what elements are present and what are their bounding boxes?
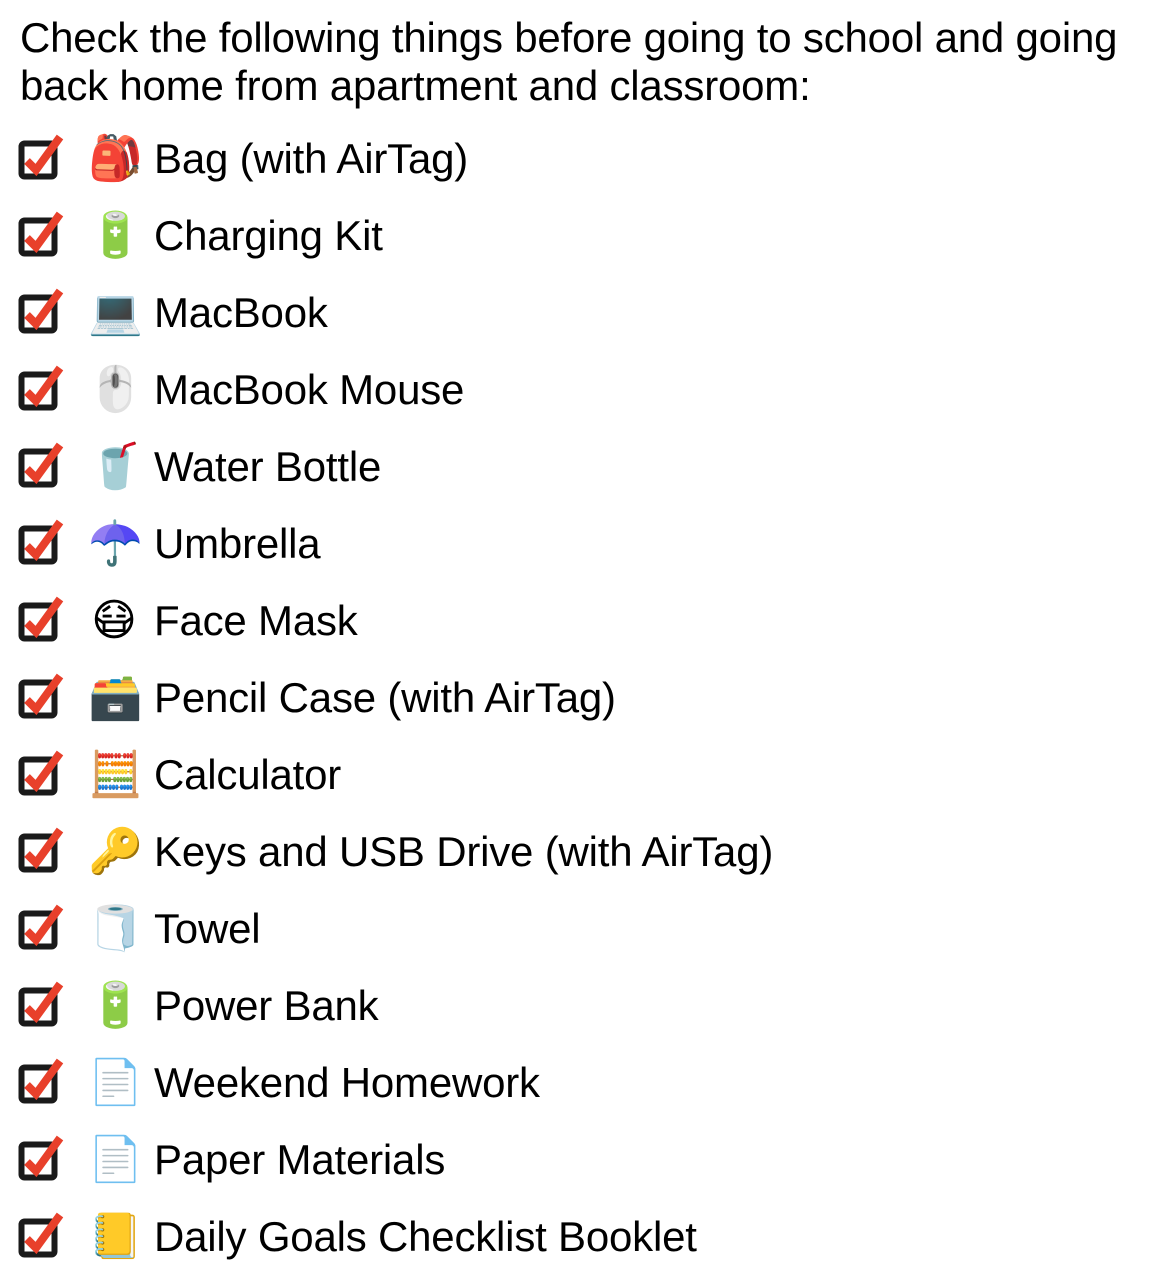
checklist-item[interactable]: 💻 MacBook — [0, 274, 1170, 351]
roll-of-paper-icon: 🧻 — [88, 902, 143, 954]
face-with-medical-mask-icon: 😷 — [91, 594, 137, 646]
cup-with-straw-icon: 🥤 — [88, 440, 143, 492]
ballot-box-with-check-icon[interactable] — [17, 365, 64, 412]
checklist-item[interactable]: 📄 Weekend Homework — [0, 1044, 1170, 1121]
checklist-item[interactable]: 📄 Paper Materials — [0, 1121, 1170, 1198]
checklist-item[interactable]: 🔑 Keys and USB Drive (with AirTag) — [0, 813, 1170, 890]
laptop-icon: 💻 — [88, 286, 143, 338]
checklist-item-label: Charging Kit — [154, 211, 383, 259]
battery-icon: 🔋 — [88, 209, 143, 261]
checklist-item[interactable]: 🧻 Towel — [0, 890, 1170, 967]
checklist-item-label: Weekend Homework — [154, 1058, 540, 1106]
page-facing-up-icon: 📄 — [88, 1133, 143, 1185]
checklist-item-label: Keys and USB Drive (with AirTag) — [154, 827, 774, 875]
checklist-item-label: Umbrella — [154, 519, 321, 567]
checklist-item-label: MacBook Mouse — [154, 365, 465, 413]
ballot-box-with-check-icon[interactable] — [17, 1212, 64, 1259]
ballot-box-with-check-icon[interactable] — [17, 904, 64, 951]
checklist-item-label: Paper Materials — [154, 1135, 446, 1183]
backpack-icon: 🎒 — [88, 132, 143, 184]
ballot-box-with-check-icon[interactable] — [17, 827, 64, 874]
checklist-item[interactable]: 🖱️ MacBook Mouse — [0, 351, 1170, 428]
checklist-item[interactable]: 🧮 Calculator — [0, 736, 1170, 813]
checklist-item-label: MacBook — [154, 288, 328, 336]
checklist-item[interactable]: 🔋 Charging Kit — [0, 197, 1170, 274]
abacus-icon: 🧮 — [88, 748, 143, 800]
ballot-box-with-check-icon[interactable] — [17, 442, 64, 489]
checklist-item[interactable]: 😷 Face Mask — [0, 582, 1170, 659]
checklist-item[interactable]: 🔋 Power Bank — [0, 967, 1170, 1044]
card-file-box-icon: 🗃️ — [88, 671, 143, 723]
ballot-box-with-check-icon[interactable] — [17, 211, 64, 258]
ballot-box-with-check-icon[interactable] — [17, 1058, 64, 1105]
umbrella-icon: ☂️ — [88, 517, 143, 569]
page-facing-up-icon: 📄 — [88, 1056, 143, 1108]
ballot-box-with-check-icon[interactable] — [17, 134, 64, 181]
checklist-item[interactable]: 🗃️ Pencil Case (with AirTag) — [0, 659, 1170, 736]
checklist-item-label: Bag (with AirTag) — [154, 134, 469, 182]
computer-mouse-icon: 🖱️ — [88, 363, 143, 415]
checklist-item[interactable]: 📒 Daily Goals Checklist Booklet — [0, 1198, 1170, 1275]
checklist-item[interactable]: ☂️ Umbrella — [0, 505, 1170, 582]
battery-icon: 🔋 — [88, 979, 143, 1031]
ballot-box-with-check-icon[interactable] — [17, 596, 64, 643]
checklist-item-label: Face Mask — [154, 596, 358, 644]
checklist-item[interactable]: 🥤 Water Bottle — [0, 428, 1170, 505]
checklist-item-label: Water Bottle — [154, 442, 382, 490]
key-icon: 🔑 — [88, 825, 143, 877]
checklist-item-label: Pencil Case (with AirTag) — [154, 673, 616, 721]
ledger-notebook-icon: 📒 — [88, 1210, 143, 1262]
checklist-item-label: Daily Goals Checklist Booklet — [154, 1212, 697, 1260]
checklist-item-label: Towel — [154, 904, 261, 952]
checklist-item-label: Calculator — [154, 750, 342, 798]
note-page: Check the following things before going … — [0, 0, 1170, 1278]
ballot-box-with-check-icon[interactable] — [17, 673, 64, 720]
ballot-box-with-check-icon[interactable] — [17, 981, 64, 1028]
ballot-box-with-check-icon[interactable] — [17, 519, 64, 566]
ballot-box-with-check-icon[interactable] — [17, 750, 64, 797]
page-title: Check the following things before going … — [20, 14, 1129, 109]
ballot-box-with-check-icon[interactable] — [17, 288, 64, 335]
checklist: 🎒 Bag (with AirTag) 🔋 Charging Kit 💻 MacBook 🖱… — [0, 120, 1170, 1275]
ballot-box-with-check-icon[interactable] — [17, 1135, 64, 1182]
checklist-item[interactable]: 🎒 Bag (with AirTag) — [0, 120, 1170, 197]
checklist-item-label: Power Bank — [154, 981, 379, 1029]
